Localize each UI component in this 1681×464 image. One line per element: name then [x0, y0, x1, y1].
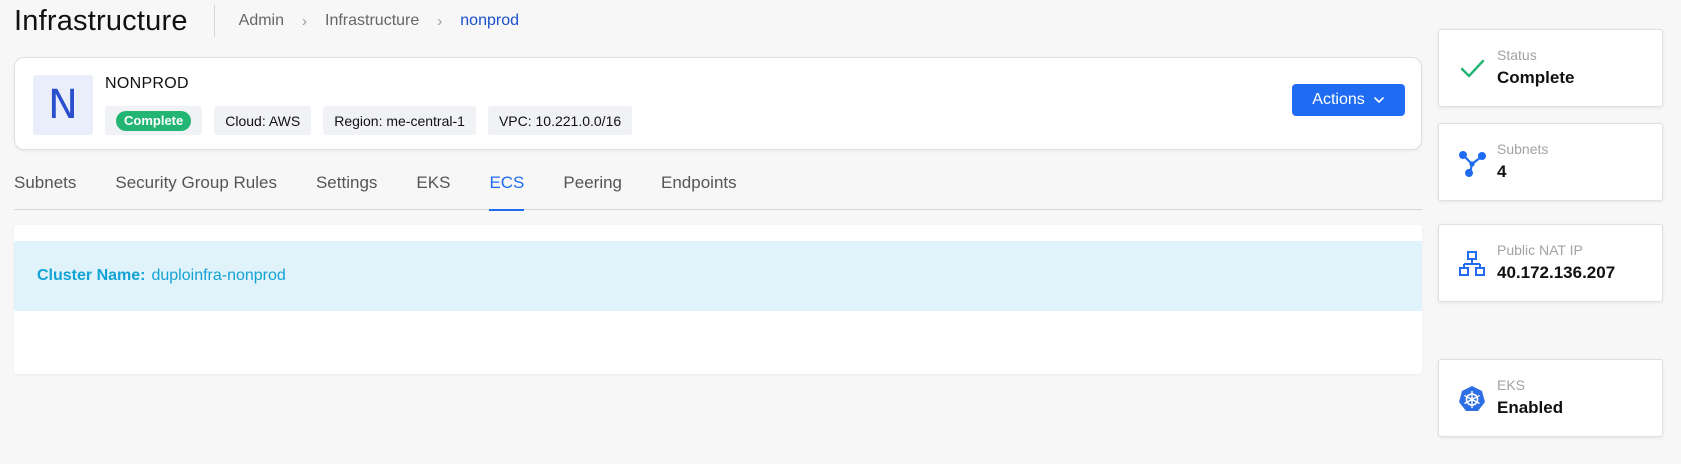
stat-card-eks: EKS Enabled [1438, 359, 1663, 437]
breadcrumb: Admin › Infrastructure › nonprod [239, 12, 519, 30]
status-tag: Complete [105, 106, 203, 135]
tab-eks[interactable]: EKS [416, 170, 450, 210]
avatar: N [33, 75, 93, 135]
cluster-info-banner: Cluster Name: duploinfra-nonprod [14, 241, 1422, 311]
infra-name: NONPROD [105, 75, 189, 92]
stat-value: 4 [1497, 162, 1507, 181]
kubernetes-icon [1459, 386, 1485, 411]
network-icon [1459, 251, 1485, 276]
stat-label: Subnets [1497, 141, 1549, 157]
header-divider [213, 5, 215, 37]
stat-label: Status [1497, 47, 1537, 63]
region-tag: Region: me-central-1 [323, 106, 476, 135]
infra-summary-card: N NONPROD Complete Cloud: AWS Region: me… [14, 57, 1422, 150]
chevron-right-icon: › [302, 12, 308, 30]
stat-card-subnets: Subnets 4 [1438, 123, 1663, 201]
ecs-content-panel: Cluster Name: duploinfra-nonprod [14, 225, 1422, 374]
chevron-right-icon: › [437, 12, 443, 30]
breadcrumb-admin[interactable]: Admin [239, 12, 284, 30]
tab-peering[interactable]: Peering [563, 170, 622, 210]
infra-tags: Complete Cloud: AWS Region: me-central-1… [105, 106, 633, 135]
tab-bar: Subnets Security Group Rules Settings EK… [14, 170, 1422, 211]
breadcrumb-current: nonprod [460, 12, 519, 29]
breadcrumb-infrastructure[interactable]: Infrastructure [325, 12, 419, 30]
vpc-tag: VPC: 10.221.0.0/16 [487, 106, 633, 135]
cluster-name-label: Cluster Name: [37, 267, 146, 284]
actions-button[interactable]: Actions [1292, 84, 1405, 116]
tab-ecs[interactable]: ECS [489, 170, 524, 211]
cloud-tag: Cloud: AWS [214, 106, 312, 135]
tab-security-group-rules[interactable]: Security Group Rules [115, 170, 277, 210]
stat-label: EKS [1497, 377, 1526, 393]
stat-value: Complete [1497, 68, 1575, 87]
tab-endpoints[interactable]: Endpoints [661, 170, 737, 210]
tab-settings[interactable]: Settings [316, 170, 377, 210]
status-badge: Complete [116, 110, 192, 131]
page-header: Infrastructure Admin › Infrastructure › … [14, 0, 519, 42]
stat-card-public-nat-ip: Public NAT IP 40.172.136.207 [1438, 224, 1663, 302]
stat-label: Public NAT IP [1497, 242, 1583, 258]
chevron-down-icon [1373, 97, 1384, 103]
actions-button-label: Actions [1312, 91, 1365, 108]
stat-value: Enabled [1497, 398, 1564, 417]
check-icon [1460, 59, 1485, 78]
share-nodes-icon [1459, 151, 1486, 177]
stat-value: 40.172.136.207 [1497, 263, 1616, 282]
tab-subnets[interactable]: Subnets [14, 170, 76, 210]
page-title: Infrastructure [14, 4, 188, 37]
stat-card-status: Status Complete [1438, 29, 1663, 107]
cluster-name-value: duploinfra-nonprod [151, 267, 286, 284]
